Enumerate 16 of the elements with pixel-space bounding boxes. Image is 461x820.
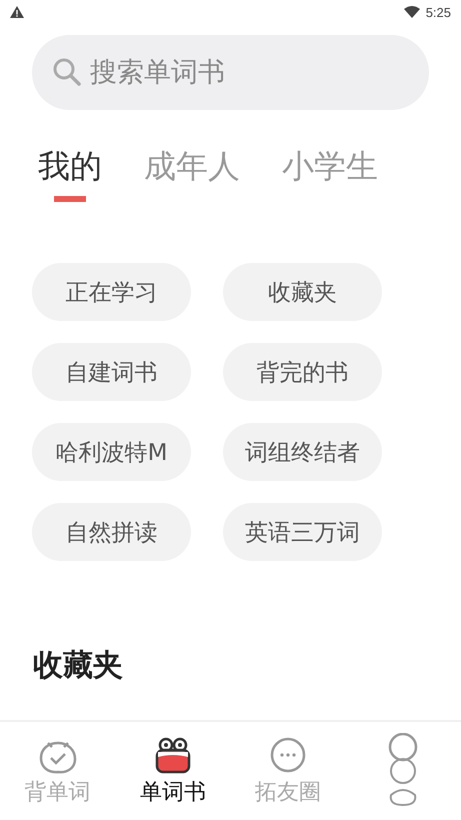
warning-icon bbox=[10, 6, 24, 18]
category-chip[interactable]: 背完的书 bbox=[223, 343, 382, 401]
category-chip[interactable]: 自建词书 bbox=[32, 343, 191, 401]
tab[interactable]: 我的 bbox=[38, 146, 102, 186]
status-time: 5:25 bbox=[426, 4, 451, 20]
nav-item[interactable]: 单词书 bbox=[115, 722, 230, 820]
category-chip[interactable]: 词组终结者 bbox=[223, 423, 382, 481]
wifi-icon bbox=[404, 6, 420, 18]
category-chip[interactable]: 自然拼读 bbox=[32, 503, 191, 561]
search-field[interactable]: 搜索单词书 bbox=[32, 35, 429, 110]
category-chip[interactable]: 哈利波特M bbox=[32, 423, 191, 481]
category-chip[interactable]: 正在学习 bbox=[32, 263, 191, 321]
tab-indicator bbox=[54, 196, 86, 202]
section-title: 收藏夹 bbox=[33, 647, 124, 685]
category-chip[interactable]: 收藏夹 bbox=[223, 263, 382, 321]
category-chip[interactable]: 英语三万词 bbox=[223, 503, 382, 561]
